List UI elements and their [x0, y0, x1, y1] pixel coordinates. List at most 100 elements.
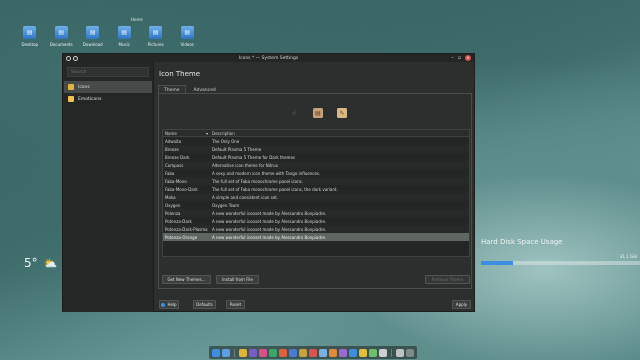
- settings-sidebar: Search Icons Emoticons: [63, 62, 154, 312]
- dock-app-icon[interactable]: [329, 348, 337, 357]
- dock-app-icon[interactable]: [269, 348, 277, 357]
- get-new-themes-button[interactable]: Get New Themes...: [162, 275, 211, 284]
- theme-description-cell: A new wonderful iconset made by Alessand…: [212, 218, 327, 224]
- theme-description-cell: Oxygen Team: [212, 202, 240, 208]
- folder-icon: ▤: [149, 26, 163, 39]
- dock-app-icon[interactable]: [406, 348, 414, 357]
- table-row[interactable]: Potenza-Dark-Plasma A new wonderful icons…: [163, 225, 469, 233]
- dock-app-icon[interactable]: [249, 348, 257, 357]
- dock-app-icon[interactable]: [349, 348, 357, 357]
- weather-icon: ⛅: [43, 256, 58, 270]
- table-row[interactable]: Faba-Mono-Dark The full set of Faba monoc…: [163, 185, 469, 193]
- dock-app-icon[interactable]: [369, 348, 377, 357]
- search-input[interactable]: Search: [67, 67, 149, 77]
- folder-view-title: Home: [131, 17, 143, 22]
- sidebar-item-label: Icons: [78, 84, 90, 90]
- theme-description-cell: Default Plasma 5 Theme for Dark themes: [212, 154, 295, 160]
- dock-app-icon[interactable]: [289, 348, 297, 357]
- hdd-usage-fill: [481, 261, 513, 265]
- reset-button[interactable]: Reset: [226, 300, 245, 309]
- remove-theme-button[interactable]: Remove Theme: [425, 275, 470, 284]
- column-header-description[interactable]: Description: [210, 131, 469, 136]
- folder-icon: ▤: [117, 26, 131, 39]
- dock-app-icon[interactable]: [396, 348, 404, 357]
- table-row[interactable]: Potenza-Orange A new wonderful iconset ma…: [163, 233, 469, 241]
- column-header-name[interactable]: Name ▾: [163, 131, 210, 136]
- theme-description-cell: Default Plasma 5 Theme: [212, 146, 262, 152]
- help-button[interactable]: Help: [159, 300, 179, 309]
- dock-app-icon[interactable]: [309, 348, 317, 357]
- theme-description-cell: A sexy and modern icon theme with Tango …: [212, 170, 321, 176]
- sidebar-item-label: Emoticons: [78, 96, 102, 102]
- minimize-icon[interactable]: –: [451, 55, 454, 61]
- maximize-icon[interactable]: ▫: [458, 55, 461, 61]
- theme-description-cell: The full set of Faba monochrome panel ic…: [212, 178, 304, 184]
- table-row[interactable]: Faba-Mono The full set of Faba monochrome…: [163, 177, 469, 185]
- emoticons-category-icon: [68, 96, 74, 102]
- theme-name-cell: Potenza-Orange: [165, 234, 198, 240]
- desktop-icon-videos[interactable]: ▤ Videos: [172, 26, 204, 47]
- dock-app-icon[interactable]: [239, 348, 247, 357]
- desktop-icon-music[interactable]: ▤ Music: [109, 26, 141, 47]
- sidebar-item-icons[interactable]: Icons: [64, 81, 152, 93]
- table-row[interactable]: Potenza-Dark A new wonderful iconset made…: [163, 217, 469, 225]
- theme-name-cell: Potenza-Dark: [165, 218, 192, 224]
- defaults-button[interactable]: Defaults: [193, 300, 216, 309]
- table-row[interactable]: Adwaita The Only One: [163, 137, 469, 145]
- theme-name-cell: Adwaita: [165, 138, 182, 144]
- hdd-usage-bar: 31.1 GiB: [481, 254, 640, 265]
- theme-description-cell: The full set of Faba monochrome panel ic…: [212, 186, 338, 192]
- icons-category-icon: [68, 84, 74, 90]
- table-row[interactable]: Moka A simple and consistent icon set.: [163, 193, 469, 201]
- icon-theme-table: Name ▾ Description Adwaita The Only One Br…: [162, 129, 470, 257]
- help-icon: [161, 302, 166, 307]
- close-icon[interactable]: ×: [465, 55, 471, 61]
- theme-panel: ☝ ▤ ✎ Name ▾ Description Adwaita The Only…: [158, 93, 472, 289]
- edit-preview-icon: ✎: [337, 108, 347, 118]
- desktop-icon-documents[interactable]: ▤ Documents: [46, 26, 78, 47]
- theme-description-cell: Alternative icon theme for Nitrux: [212, 162, 278, 168]
- page-title: Icon Theme: [159, 70, 201, 78]
- sidebar-item-emoticons[interactable]: Emoticons: [64, 93, 152, 105]
- table-row[interactable]: Polenza A new wonderful iconset made by A…: [163, 209, 469, 217]
- theme-description-cell: The Only One: [212, 138, 240, 144]
- theme-description-cell: A new wonderful iconset made by Alessand…: [212, 226, 327, 232]
- dock-app-icon[interactable]: [379, 348, 387, 357]
- table-row[interactable]: Breeze Dark Default Plasma 5 Theme for Da…: [163, 153, 469, 161]
- window-footer: Help Defaults Reset Apply: [155, 296, 475, 312]
- folder-preview-icon: ▤: [313, 108, 323, 118]
- theme-name-cell: Breeze: [165, 146, 179, 152]
- dock-app-icon[interactable]: [319, 348, 327, 357]
- dock-app-icon[interactable]: [279, 348, 287, 357]
- table-row[interactable]: Oxygen Oxygen Team: [163, 201, 469, 209]
- dock-app-icon[interactable]: [359, 348, 367, 357]
- dock-app-icon[interactable]: [339, 348, 347, 357]
- theme-description-cell: A new wonderful iconset made by Alessand…: [212, 234, 327, 240]
- desktop-icon-download[interactable]: ▤ Download: [77, 26, 109, 47]
- window-titlebar[interactable]: Icons * — System Settings – ▫ ×: [63, 54, 474, 62]
- dock-app-icon[interactable]: [222, 348, 230, 357]
- desktop-icon-pictures[interactable]: ▤ Pictures: [140, 26, 172, 47]
- table-row[interactable]: Faba A sexy and modern icon theme with Ta…: [163, 169, 469, 177]
- theme-name-cell: Potenza-Dark-Plasma: [165, 226, 208, 232]
- dock-app-icon[interactable]: [212, 348, 220, 357]
- table-header: Name ▾ Description: [163, 130, 469, 137]
- dock-app-icon[interactable]: [299, 348, 307, 357]
- dock-app-icon[interactable]: [259, 348, 267, 357]
- table-row[interactable]: Compass Alternative icon theme for Nitrux: [163, 161, 469, 169]
- weather-widget[interactable]: 5° ⛅: [24, 256, 57, 270]
- table-row[interactable]: Breeze Default Plasma 5 Theme: [163, 145, 469, 153]
- desktop-icons: ▤ Desktop ▤ Documents ▤ Download ▤ Music ▤ Pi…: [14, 26, 203, 47]
- dock-separator: [234, 348, 235, 357]
- desktop-icon-desktop[interactable]: ▤ Desktop: [14, 26, 46, 47]
- apply-button[interactable]: Apply: [452, 300, 471, 309]
- theme-name-cell: Moka: [165, 194, 176, 200]
- dock: [209, 346, 417, 359]
- theme-name-cell: Faba-Mono-Dark: [165, 186, 198, 192]
- folder-icon: ▤: [54, 26, 68, 39]
- install-from-file-button[interactable]: Install from File: [216, 275, 259, 284]
- theme-name-cell: Faba: [165, 170, 175, 176]
- theme-name-cell: Compass: [165, 162, 184, 168]
- window-title: Icons * — System Settings: [238, 55, 299, 61]
- folder-icon: ▤: [23, 26, 37, 39]
